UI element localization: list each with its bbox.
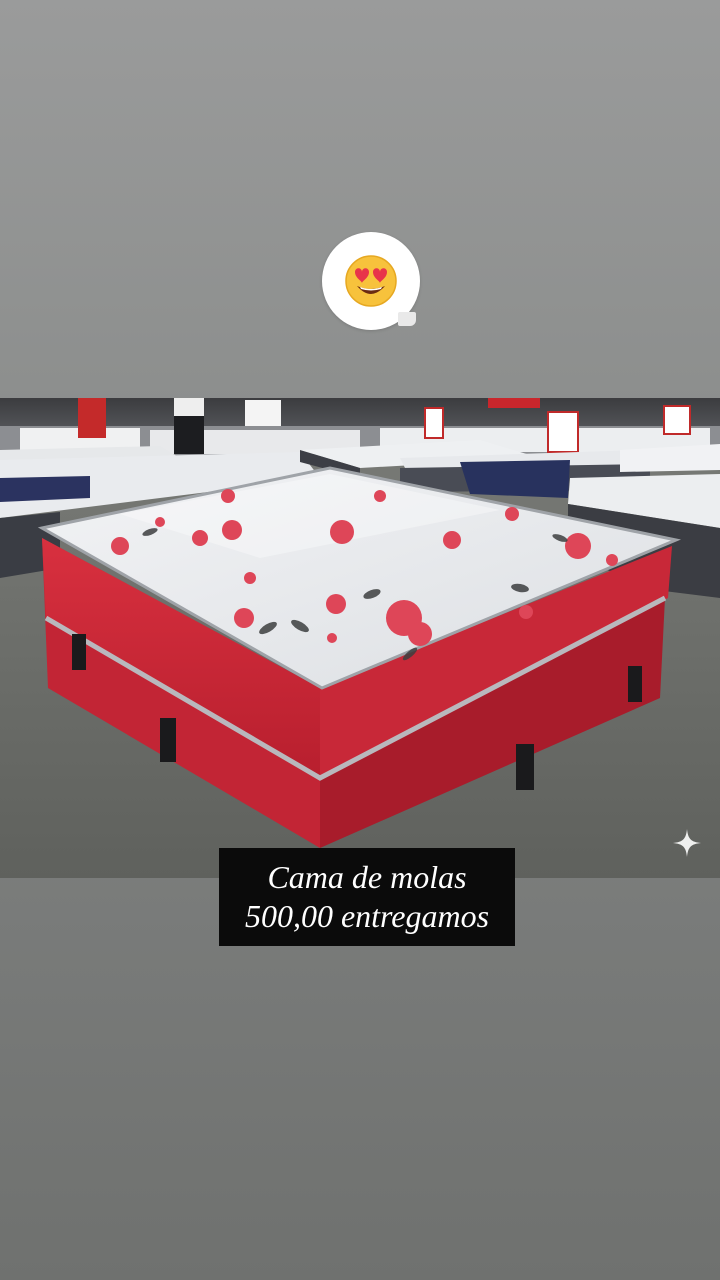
heart-eyes-emoji-icon — [345, 255, 397, 307]
caption-box[interactable]: Cama de molas 500,00 entregamos — [219, 848, 515, 946]
product-photo — [0, 398, 720, 878]
mattress-scene — [0, 398, 720, 878]
emoji-sticker[interactable] — [322, 232, 420, 330]
caption-line-2: 500,00 entregamos — [244, 898, 490, 934]
sticker-tail — [398, 312, 416, 326]
sparkle-icon — [673, 829, 701, 857]
story-canvas: Cama de molas 500,00 entregamos — [0, 0, 720, 1280]
caption-line-1: Cama de molas — [267, 859, 467, 895]
